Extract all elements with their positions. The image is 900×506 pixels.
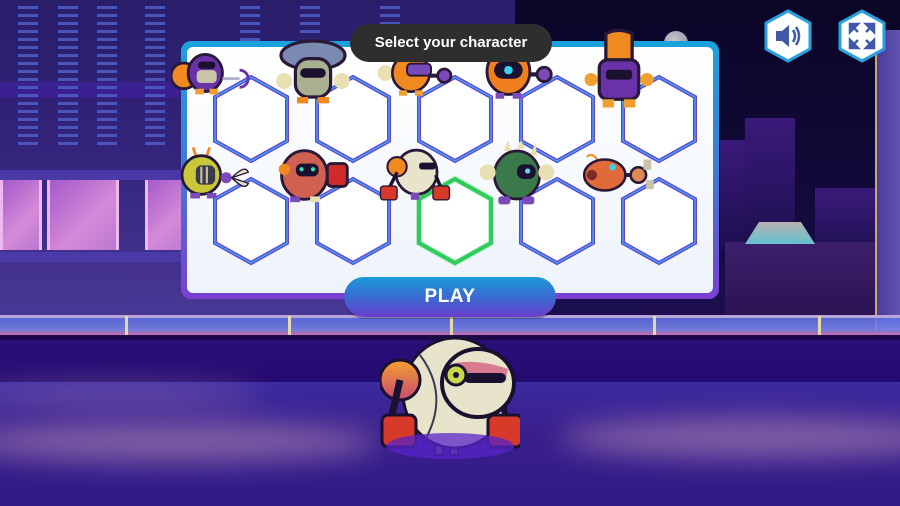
orange-fish-claw-robot	[582, 153, 654, 192]
orange-tall-purple-robot	[584, 28, 654, 108]
fullscreen-button[interactable]	[837, 9, 887, 63]
character-preview	[378, 335, 524, 465]
play-button[interactable]: PLAY	[344, 277, 556, 317]
white-sphere-boxer-robot	[379, 148, 451, 201]
panel-title: Select your character	[350, 24, 552, 62]
character-slot-10[interactable]	[582, 153, 699, 267]
character-grid	[171, 28, 699, 267]
red-boxer-robot	[278, 149, 349, 203]
sound-toggle-button[interactable]	[763, 9, 813, 63]
low-building	[725, 242, 875, 322]
tall-tower	[875, 30, 900, 330]
yellow-diver-scissor-robot	[180, 146, 250, 199]
mushroom-hat-robot	[276, 39, 350, 104]
green-spiked-robot	[479, 140, 555, 205]
purple-shield-wrench-robot	[171, 53, 250, 95]
